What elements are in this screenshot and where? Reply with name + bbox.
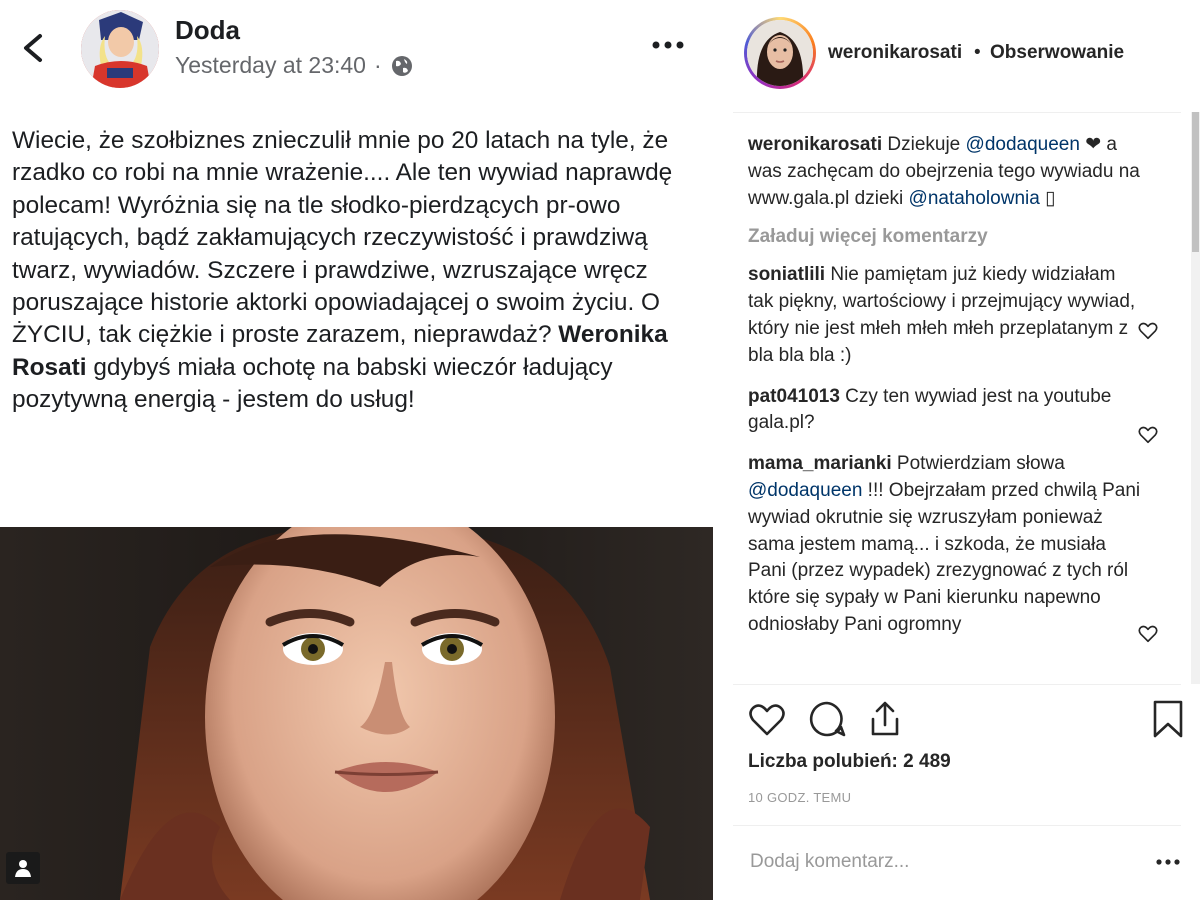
- mention-link[interactable]: @dodaqueen: [748, 480, 862, 501]
- comment-text: !!! Obejrzałam przed chwilą Pani wywiad …: [748, 479, 1141, 635]
- mention-link[interactable]: @nataholownia: [909, 188, 1040, 209]
- comment-like-heart-icon[interactable]: [1137, 423, 1159, 445]
- post-options-button[interactable]: [648, 30, 688, 60]
- comment-item: pat041013 Czy ten wywiad jest na youtube…: [748, 384, 1143, 438]
- facebook-post: Doda Yesterday at 23:40 · Wiecie, że szo…: [0, 0, 713, 900]
- post-meta: Yesterday at 23:40 ·: [175, 52, 414, 79]
- caption-username[interactable]: weronikarosati: [748, 134, 882, 155]
- comments-list[interactable]: weronikarosati Dziekuje @dodaqueen ❤ a w…: [748, 132, 1143, 684]
- header-dot: •: [974, 42, 981, 63]
- back-arrow-icon: [24, 34, 42, 62]
- post-timestamp[interactable]: Yesterday at 23:40: [175, 52, 366, 79]
- add-comment-input[interactable]: [748, 850, 1102, 874]
- back-button[interactable]: [14, 28, 54, 68]
- more-icon: [652, 41, 684, 49]
- panel-divider: [713, 0, 733, 900]
- comment-like-heart-icon[interactable]: [1137, 319, 1159, 341]
- comment-username[interactable]: pat041013: [748, 386, 840, 407]
- author-name[interactable]: Doda: [175, 15, 240, 46]
- more-icon[interactable]: [1155, 852, 1181, 872]
- post-actions: Liczba polubień: 2 489 10 GODZ. TEMU: [733, 684, 1183, 902]
- following-button[interactable]: Obserwowanie: [990, 42, 1124, 64]
- mention-link[interactable]: @dodaqueen: [966, 134, 1080, 155]
- post-text-part: Wiecie, że szołbiznes znieczulił mnie po…: [12, 127, 673, 349]
- add-comment-row: [733, 825, 1181, 902]
- load-more-comments-button[interactable]: Załaduj więcej komentarzy: [748, 226, 1143, 248]
- instagram-header: weronikarosati • Obserwowanie: [733, 0, 1181, 113]
- caption-text: ▯: [1039, 187, 1056, 209]
- comments-scrollbar[interactable]: [1191, 112, 1200, 684]
- bookmark-icon[interactable]: [1148, 699, 1188, 739]
- comment-username[interactable]: mama_marianki: [748, 453, 892, 474]
- post-text: Wiecie, że szołbiznes znieczulił mnie po…: [12, 125, 702, 417]
- comment-like-heart-icon[interactable]: [1137, 622, 1159, 644]
- post-photo[interactable]: [0, 527, 713, 900]
- tag-people-button[interactable]: [6, 852, 40, 884]
- comment-icon[interactable]: [807, 699, 847, 739]
- person-icon: [15, 860, 31, 877]
- comment-username[interactable]: soniatlili: [748, 264, 825, 285]
- meta-separator: ·: [373, 52, 382, 78]
- comment-item: mama_marianki Potwierdziam słowa @dodaqu…: [748, 451, 1143, 639]
- comment-text: Potwierdziam słowa: [891, 453, 1065, 475]
- likes-count[interactable]: Liczba polubień: 2 489: [748, 751, 951, 773]
- profile-avatar[interactable]: [744, 17, 816, 89]
- instagram-panel: weronikarosati • Obserwowanie weronikaro…: [733, 0, 1200, 900]
- author-avatar[interactable]: [81, 10, 159, 88]
- post-time-ago[interactable]: 10 GODZ. TEMU: [748, 790, 851, 805]
- post-text-part: gdybyś miała ochotę na babski wieczór ła…: [12, 353, 613, 414]
- caption: weronikarosati Dziekuje @dodaqueen ❤ a w…: [748, 132, 1143, 212]
- scrollbar-thumb[interactable]: [1192, 112, 1199, 252]
- comment-item: soniatlili Nie pamiętam już kiedy widzia…: [748, 262, 1143, 369]
- share-icon[interactable]: [865, 699, 905, 739]
- globe-icon: [390, 54, 414, 78]
- profile-username[interactable]: weronikarosati: [828, 42, 962, 64]
- caption-text: Dziekuje: [882, 134, 966, 155]
- heart-icon[interactable]: [747, 699, 787, 739]
